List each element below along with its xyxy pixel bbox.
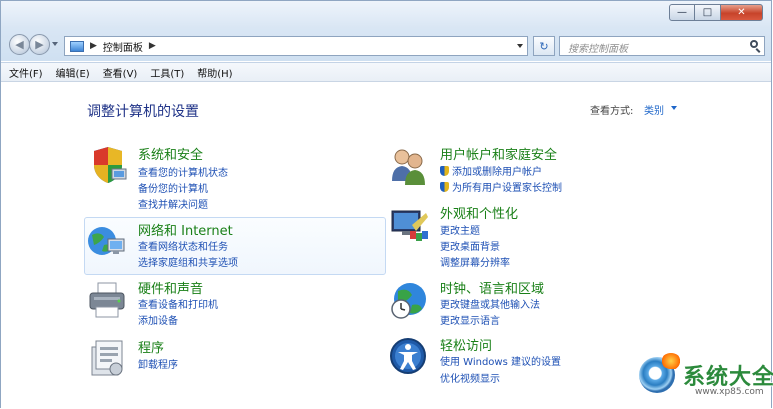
menu-file[interactable]: 文件(F) (9, 65, 43, 80)
menu-edit[interactable]: 编辑(E) (56, 65, 90, 80)
uac-shield-icon (440, 166, 449, 176)
link-add-remove-accounts[interactable]: 添加或删除用户帐户 (440, 163, 542, 178)
view-by-label: 查看方式: (590, 106, 634, 117)
menu-bar: 文件(F) 编辑(E) 查看(V) 工具(T) 帮助(H) (1, 62, 771, 82)
forward-button[interactable]: ▶ (29, 34, 50, 55)
back-button[interactable]: ◀ (9, 34, 30, 55)
network-globe-icon (88, 227, 125, 255)
category-title-appearance[interactable]: 外观和个性化 (440, 203, 518, 222)
shield-monitor-icon (94, 147, 127, 183)
link-parental-controls-label[interactable]: 为所有用户设置家长控制 (452, 183, 562, 194)
appearance-icon (391, 210, 428, 241)
search-box[interactable]: 搜索控制面板 (559, 36, 765, 56)
category-title-ease-of-access[interactable]: 轻松访问 (440, 335, 492, 354)
navigation-buttons: ◀ ▶ (9, 34, 58, 56)
maximize-button[interactable]: □ (695, 4, 720, 21)
close-button[interactable]: ✕ (720, 4, 763, 21)
breadcrumb-control-panel[interactable]: 控制面板 (103, 39, 143, 54)
link-change-theme[interactable]: 更改主题 (440, 222, 480, 237)
link-optimize-display[interactable]: 优化视频显示 (440, 370, 500, 385)
link-change-display-language[interactable]: 更改显示语言 (440, 312, 500, 327)
category-title-hardware-sound[interactable]: 硬件和声音 (138, 278, 203, 297)
address-bar[interactable]: ▶ 控制面板 ▶ (64, 36, 528, 56)
users-icon (392, 149, 425, 185)
breadcrumb-separator[interactable]: ▶ (90, 41, 97, 51)
menu-tools[interactable]: 工具(T) (150, 65, 184, 80)
address-dropdown-icon[interactable] (517, 44, 523, 48)
back-arrow-icon: ◀ (15, 38, 24, 51)
uac-shield-icon (440, 182, 449, 192)
ease-of-access-icon (390, 338, 426, 374)
category-title-clock-language-region[interactable]: 时钟、语言和区域 (440, 278, 544, 297)
search-icon[interactable] (750, 40, 758, 48)
minimize-button[interactable]: — (669, 4, 695, 21)
link-view-network-status[interactable]: 查看网络状态和任务 (138, 238, 228, 253)
menu-view[interactable]: 查看(V) (103, 65, 138, 80)
clock-globe-icon (391, 283, 426, 319)
link-devices-printers[interactable]: 查看设备和打印机 (138, 296, 218, 311)
title-bar: — □ ✕ ◀ ▶ ▶ 控制面板 ▶ ↻ 搜索控制面板 (1, 1, 771, 61)
printer-icon (89, 282, 125, 318)
link-backup-computer[interactable]: 备份您的计算机 (138, 180, 208, 195)
link-parental-controls[interactable]: 为所有用户设置家长控制 (440, 179, 562, 194)
search-input[interactable]: 搜索控制面板 (568, 40, 628, 55)
link-change-desktop-background[interactable]: 更改桌面背景 (440, 238, 500, 253)
link-windows-suggested-settings[interactable]: 使用 Windows 建议的设置 (440, 353, 561, 368)
refresh-icon: ↻ (539, 39, 549, 53)
caption-buttons: — □ ✕ (669, 4, 763, 21)
link-view-computer-status[interactable]: 查看您的计算机状态 (138, 164, 228, 179)
watermark-flame-icon (661, 353, 681, 369)
programs-icon (91, 340, 123, 376)
category-title-programs[interactable]: 程序 (138, 337, 164, 356)
recent-pages-dropdown-icon[interactable] (52, 42, 58, 46)
link-add-remove-accounts-label[interactable]: 添加或删除用户帐户 (452, 167, 542, 178)
page-title: 调整计算机的设置 (87, 104, 199, 120)
menu-help[interactable]: 帮助(H) (197, 65, 232, 80)
view-by-dropdown-icon[interactable] (671, 106, 677, 110)
watermark-logo: 系统大全 www.xp85.com (633, 353, 773, 405)
category-title-network-internet[interactable]: 网络和 Internet (138, 220, 233, 239)
view-by-dropdown[interactable]: 类别 (644, 102, 664, 117)
category-title-system-security[interactable]: 系统和安全 (138, 144, 203, 163)
control-panel-window: — □ ✕ ◀ ▶ ▶ 控制面板 ▶ ↻ 搜索控制面板 文件(F) 编辑(E) … (0, 0, 773, 409)
breadcrumb-separator-end[interactable]: ▶ (149, 41, 156, 51)
watermark-url: www.xp85.com (695, 387, 764, 397)
category-title-user-accounts[interactable]: 用户帐户和家庭安全 (440, 144, 557, 163)
link-add-device[interactable]: 添加设备 (138, 312, 178, 327)
link-homegroup-sharing[interactable]: 选择家庭组和共享选项 (138, 254, 238, 269)
link-uninstall-program[interactable]: 卸载程序 (138, 356, 178, 371)
forward-arrow-icon: ▶ (35, 38, 44, 51)
refresh-button[interactable]: ↻ (533, 36, 555, 56)
link-change-keyboard[interactable]: 更改键盘或其他输入法 (440, 296, 540, 311)
control-panel-icon (70, 40, 84, 52)
link-adjust-resolution[interactable]: 调整屏幕分辨率 (440, 254, 510, 269)
link-troubleshoot[interactable]: 查找并解决问题 (138, 196, 208, 211)
